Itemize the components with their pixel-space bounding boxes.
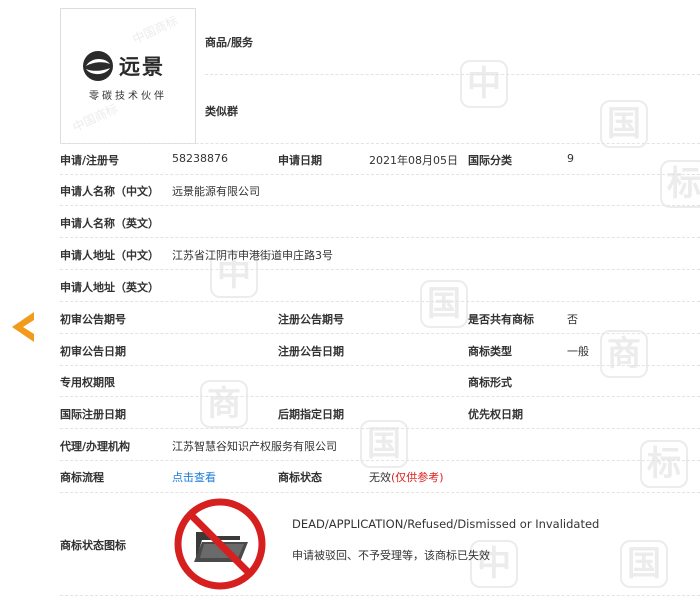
agency-value: 江苏智慧谷知识产权服务有限公司 <box>172 440 337 453</box>
reg-pub-date-label: 注册公告日期 <box>278 345 344 358</box>
reg-pub-no-label: 注册公告期号 <box>278 313 344 326</box>
mark-type-value: 一般 <box>567 345 589 358</box>
applicant-cn-label: 申请人名称（中文） <box>60 185 159 198</box>
divider <box>60 237 700 238</box>
goods-services-label: 商品/服务 <box>205 36 254 49</box>
status-en-text: DEAD/APPLICATION/Refused/Dismissed or In… <box>292 517 600 531</box>
logo: 远景 <box>81 49 165 83</box>
brand-name: 远景 <box>119 55 165 79</box>
reg-no-label: 申请/注册号 <box>60 154 120 167</box>
flow-view-link[interactable]: 点击查看 <box>172 469 216 485</box>
logo-watermark: 中国商标 <box>70 101 120 135</box>
status-note: (仅供参考) <box>391 471 444 484</box>
flow-label: 商标流程 <box>60 471 104 484</box>
divider <box>60 301 700 302</box>
prelim-pub-no-label: 初审公告期号 <box>60 313 126 326</box>
divider <box>60 492 700 493</box>
mark-form-label: 商标形式 <box>468 376 512 389</box>
agency-label: 代理/办理机构 <box>60 440 131 453</box>
envision-swirl-icon <box>83 51 113 81</box>
shared-mark-value: 否 <box>567 313 578 326</box>
address-cn-value: 江苏省江阴市申港街道申庄路3号 <box>172 249 333 262</box>
reg-no-value: 58238876 <box>172 152 228 165</box>
status-icon-label: 商标状态图标 <box>60 539 126 552</box>
divider <box>60 595 700 596</box>
divider <box>60 333 700 334</box>
divider <box>60 205 700 206</box>
shared-mark-label: 是否共有商标 <box>468 313 534 326</box>
address-en-label: 申请人地址（英文） <box>60 281 159 294</box>
status-value-text: 无效 <box>369 471 391 484</box>
trademark-image: 中国商标 中国商标 远景 零碳技术伙伴 <box>60 8 196 144</box>
mark-type-label: 商标类型 <box>468 345 512 358</box>
applicant-cn-value: 远景能源有限公司 <box>172 185 260 198</box>
status-value: 无效(仅供参考) <box>369 469 444 485</box>
brand-slogan: 零碳技术伙伴 <box>89 91 167 102</box>
applicant-en-label: 申请人名称（英文） <box>60 217 159 230</box>
divider <box>60 396 700 397</box>
divider <box>60 365 700 366</box>
divider <box>60 428 700 429</box>
intl-class-label: 国际分类 <box>468 154 512 167</box>
divider <box>205 74 700 75</box>
divider <box>60 174 700 175</box>
divider <box>60 269 700 270</box>
divider <box>60 143 700 144</box>
status-label: 商标状态 <box>278 471 322 484</box>
similar-group-label: 类似群 <box>205 105 238 118</box>
later-designation-label: 后期指定日期 <box>278 408 344 421</box>
app-date-value: 2021年08月05日 <box>369 154 458 167</box>
app-date-label: 申请日期 <box>278 154 322 167</box>
intl-reg-date-label: 国际注册日期 <box>60 408 126 421</box>
folder-prohibited-icon <box>174 498 266 590</box>
logo-watermark: 中国商标 <box>130 13 180 47</box>
address-cn-label: 申请人地址（中文） <box>60 249 159 262</box>
exclusive-period-label: 专用权期限 <box>60 376 115 389</box>
prelim-pub-date-label: 初审公告日期 <box>60 345 126 358</box>
intl-class-value: 9 <box>567 152 574 165</box>
chevron-left-icon[interactable] <box>10 312 36 342</box>
priority-date-label: 优先权日期 <box>468 408 523 421</box>
divider <box>60 460 700 461</box>
status-cn-text: 申请被驳回、不予受理等，该商标已失效 <box>292 549 490 562</box>
